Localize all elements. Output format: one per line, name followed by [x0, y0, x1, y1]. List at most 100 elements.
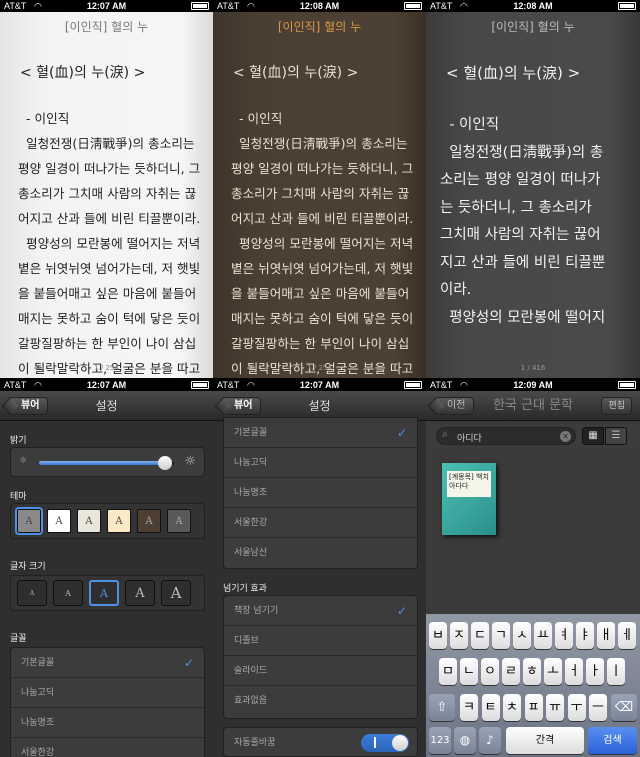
font-option[interactable]: 나눔고딕 [11, 678, 204, 708]
nav-bar: 뷰어 설정 [0, 391, 213, 421]
key[interactable]: ㅏ [586, 658, 604, 685]
brightness-slider[interactable] [39, 456, 174, 470]
font-size-5[interactable]: A [161, 580, 191, 606]
battery-icon [404, 381, 422, 389]
theme-swatch[interactable]: A [137, 509, 161, 533]
font-option[interactable]: 서울남산 [224, 538, 417, 568]
search-input[interactable]: 아디다 [457, 431, 482, 444]
key[interactable]: ㅣ [607, 658, 625, 685]
chapter-heading: < 혈(血)의 누(淚) > [20, 65, 146, 81]
microphone-icon[interactable]: ♪ [479, 727, 501, 754]
key[interactable]: ㅗ [544, 658, 562, 685]
key[interactable]: ㅅ [513, 622, 531, 649]
list-view-icon[interactable]: ☰ [605, 427, 627, 445]
checkmark-icon: ✓ [183, 656, 194, 670]
font-option[interactable]: 나눔고딕 [224, 448, 417, 478]
book-title: [이인직] 혈의 누 [491, 20, 575, 34]
battery-icon [404, 2, 422, 10]
sun-large-icon: ☼ [184, 454, 196, 469]
key[interactable]: ㅔ [618, 622, 636, 649]
font-size-1[interactable]: A [17, 580, 47, 606]
key[interactable]: ㅍ [524, 694, 543, 721]
key[interactable]: ㅈ [450, 622, 468, 649]
key[interactable]: ㅕ [555, 622, 573, 649]
edit-button[interactable]: 편집 [601, 397, 632, 415]
key[interactable]: ㄱ [492, 622, 510, 649]
search-field[interactable]: ⌕ 아디다 ✕ [436, 427, 576, 445]
key[interactable]: ㅐ [597, 622, 615, 649]
font-option-label: 나눔고딕 [234, 458, 268, 468]
page-title: 설정 [95, 399, 118, 413]
key[interactable]: ㅋ [460, 694, 478, 721]
theme-swatch[interactable]: A [77, 509, 101, 533]
font-option[interactable]: 나눔명조 [11, 708, 204, 738]
key[interactable]: ㅁ [439, 658, 457, 685]
status-bar: AT&T ◠ 12:09 AM [426, 379, 640, 391]
brightness-fill [39, 461, 165, 465]
font-option-label: 기본글꼴 [21, 658, 55, 668]
grid-view-icon[interactable]: ▦ [582, 427, 604, 445]
theme-swatch[interactable]: A [107, 509, 131, 533]
status-bar: AT&T ◠ 12:07 AM [0, 0, 213, 12]
brightness-knob[interactable] [157, 456, 172, 470]
effect-option[interactable]: 책장 넘기기 ✓ [224, 596, 417, 626]
space-key[interactable]: 간격 [506, 727, 584, 754]
shift-key[interactable]: ⇧ [429, 694, 455, 721]
book-page[interactable]: [이인직] 혈의 누 < 혈(血)의 누(淚) > - 이인직 일청전쟁(日淸戰… [213, 12, 426, 378]
font-option-label: 서울한강 [21, 748, 55, 757]
key[interactable]: ㄷ [471, 622, 489, 649]
font-option[interactable]: 기본글꼴 ✓ [224, 418, 417, 448]
delete-key[interactable]: ⌫ [611, 694, 637, 721]
effect-option[interactable]: 디졸브 [224, 626, 417, 656]
auto-margin-row: 자동줄바꿈 [224, 728, 417, 756]
book-page[interactable]: [이인직] 혈의 누 < 혈(血)의 누(淚) > - 이인직 일청전쟁(日淸戰… [426, 12, 640, 378]
key[interactable]: ㅠ [546, 694, 564, 721]
key[interactable]: ㅎ [523, 658, 541, 685]
font-size-4[interactable]: A [125, 580, 155, 606]
checkmark-icon: ✓ [396, 426, 407, 440]
page-number: 1 / 416 [520, 364, 546, 372]
font-option[interactable]: 기본글꼴 ✓ [11, 648, 204, 678]
theme-swatch[interactable]: A [15, 507, 43, 535]
book-page[interactable]: [이인직] 혈의 누 < 혈(血)의 누(淚) > - 이인직 일청전쟁(日淸戰… [0, 12, 213, 378]
page-text: - 이인직 일청전쟁(日淸戰爭)의 총소리는 평양 일경이 떠나가는 듯하더니,… [231, 111, 414, 376]
font-option-label: 나눔고딕 [21, 688, 55, 698]
font-size-2[interactable]: A [53, 580, 83, 606]
search-key[interactable]: 검색 [588, 727, 637, 754]
key[interactable]: ㅇ [481, 658, 499, 685]
page-text: - 이인직 일청전쟁(日淸戰爭)의 총소리는 평양 일경이 떠나가는 듯하더니,… [18, 111, 201, 376]
chapter-heading: < 혈(血)의 누(淚) > [233, 65, 359, 81]
effect-option[interactable]: 슬라이드 [224, 656, 417, 686]
status-bar: AT&T ◠ 12:07 AM [213, 379, 426, 391]
key[interactable]: ㅊ [503, 694, 521, 721]
key[interactable]: ㅡ [589, 694, 607, 721]
key[interactable]: ㅌ [481, 694, 500, 721]
status-bar: AT&T ◠ 12:08 AM [426, 0, 640, 12]
clock: 12:07 AM [299, 380, 340, 390]
page-text: - 이인직 일청전쟁(日淸戰爭)의 총 소리는 평양 일경이 떠나가 는 듯하더… [440, 117, 606, 326]
key[interactable]: ㄴ [460, 658, 478, 685]
key[interactable]: ㅜ [567, 694, 586, 721]
effect-option[interactable]: 효과없음 [224, 686, 417, 716]
font-option[interactable]: 서울한강 [224, 508, 417, 538]
font-option-label: 나눔명조 [21, 718, 55, 728]
font-size-3[interactable]: A [89, 580, 119, 606]
key[interactable]: ㅓ [565, 658, 583, 685]
key[interactable]: ㅂ [429, 622, 447, 649]
book-cover[interactable]: [계몽목] 백치 아다다 [442, 463, 496, 535]
auto-margin-toggle[interactable] [361, 734, 409, 752]
key[interactable]: ㄹ [502, 658, 520, 685]
key[interactable]: ㅑ [576, 622, 594, 649]
theme-swatch[interactable]: A [47, 509, 71, 533]
font-option-label: 기본글꼴 [234, 428, 268, 438]
key[interactable]: ㅛ [534, 622, 552, 649]
theme-swatch[interactable]: A [167, 509, 191, 533]
globe-icon[interactable]: ◍ [454, 727, 476, 754]
battery-icon [618, 2, 636, 10]
font-option[interactable]: 나눔명조 [224, 478, 417, 508]
numbers-key[interactable]: 123 [429, 727, 451, 754]
book-title: [이인직] 혈의 누 [277, 20, 362, 34]
font-option[interactable]: 서울한강 [11, 738, 204, 757]
clock: 12:07 AM [86, 380, 127, 390]
clear-icon[interactable]: ✕ [560, 431, 571, 442]
